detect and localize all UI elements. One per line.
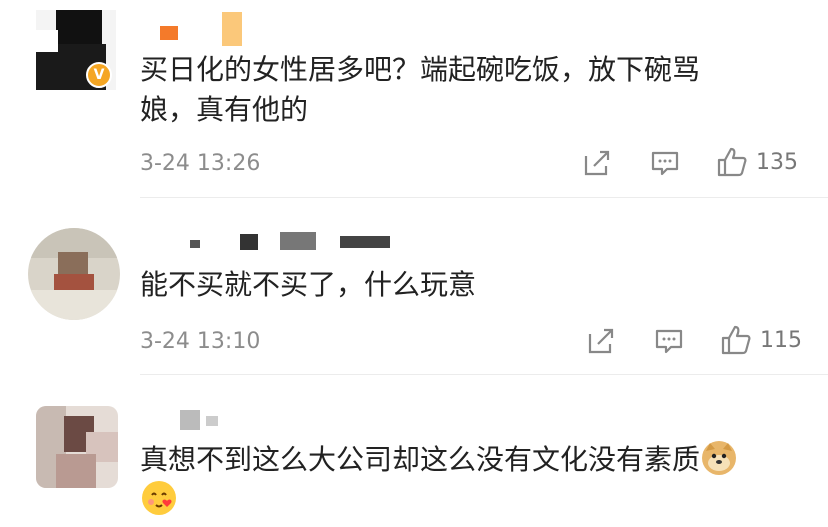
divider bbox=[140, 197, 828, 198]
thumbs-up-icon bbox=[721, 325, 751, 355]
avatar[interactable] bbox=[36, 406, 118, 488]
like-count: 115 bbox=[760, 327, 802, 353]
like-button[interactable]: 135 bbox=[716, 146, 798, 178]
comment-item-1: V 买日化的女性居多吧？端起碗吃饭，放下碗骂 娘，真有他的 3-24 13:26… bbox=[0, 0, 828, 200]
comment-item-3: 真想不到这么大公司却这么没有文化没有素质 bbox=[0, 376, 828, 527]
comment-text: 真想不到这么大公司却这么没有文化没有素质 bbox=[140, 440, 737, 520]
doge-emoji bbox=[702, 441, 737, 475]
comment-icon bbox=[655, 329, 683, 354]
thumbs-up-icon bbox=[717, 147, 747, 177]
comment-line: 买日化的女性居多吧？端起碗吃饭，放下碗骂 bbox=[140, 53, 701, 86]
username-blurred[interactable] bbox=[160, 228, 410, 252]
username-blurred[interactable] bbox=[160, 8, 250, 46]
avatar[interactable] bbox=[28, 228, 120, 320]
heart-face-emoji bbox=[142, 481, 176, 515]
share-icon bbox=[588, 328, 614, 354]
timestamp: 3-24 13:10 bbox=[140, 329, 261, 354]
comment-line: 能不买就不买了，什么玩意 bbox=[140, 268, 477, 301]
comment-line: 真想不到这么大公司却这么没有文化没有素质 bbox=[140, 443, 701, 476]
comment-item-2: 能不买就不买了，什么玩意 3-24 13:10 115 bbox=[0, 200, 828, 376]
divider bbox=[140, 374, 828, 375]
like-count: 135 bbox=[756, 149, 798, 175]
share-button[interactable] bbox=[586, 326, 616, 356]
like-button[interactable]: 115 bbox=[720, 324, 802, 356]
comment-button[interactable] bbox=[650, 148, 680, 178]
comment-icon bbox=[651, 151, 679, 176]
comment-button[interactable] bbox=[654, 326, 684, 356]
verified-badge: V bbox=[86, 62, 112, 88]
comment-text: 买日化的女性居多吧？端起碗吃饭，放下碗骂 娘，真有他的 bbox=[140, 50, 700, 130]
username-blurred[interactable] bbox=[160, 406, 240, 430]
timestamp: 3-24 13:26 bbox=[140, 151, 261, 176]
comment-line: 娘，真有他的 bbox=[140, 93, 309, 126]
share-icon bbox=[584, 150, 610, 176]
share-button[interactable] bbox=[582, 148, 612, 178]
comment-text: 能不买就不买了，什么玩意 bbox=[140, 265, 476, 305]
